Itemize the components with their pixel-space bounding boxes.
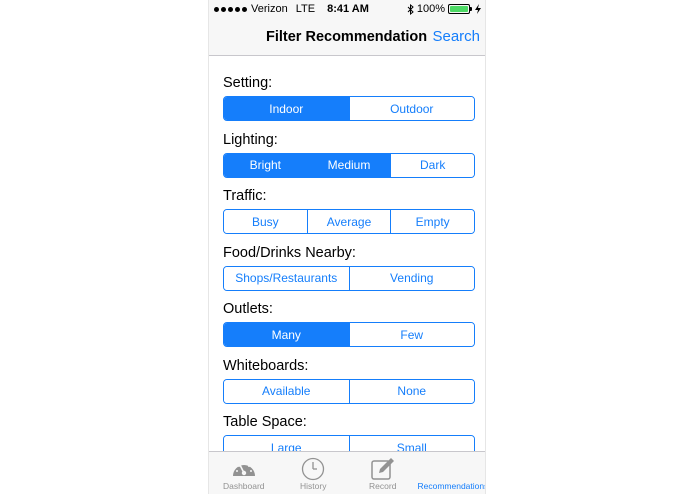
segment-option[interactable]: Many [224,323,349,346]
segment-option[interactable]: Medium [306,153,391,177]
tab-bar: Dashboard History Record Recommendations [209,451,486,494]
segment-option[interactable]: None [348,379,474,403]
segmented-control: Large Small [223,435,475,452]
status-bar: Verizon LTE 8:41 AM 100% [209,0,485,18]
tab-recommendations[interactable]: Recommendations [417,452,486,494]
filter-label: Outlets: [223,301,273,317]
page-title: Filter Recommendation [266,29,428,45]
tab-label: Record [369,481,397,491]
edit-pencil-icon [371,458,394,480]
segment-option[interactable]: Average [306,210,391,233]
filter-label: Table Space: [223,414,307,430]
battery-percent: 100% [416,3,445,15]
segment-option[interactable]: Busy [224,210,307,233]
filter-group: Setting: Indoor Outdoor [223,74,475,131]
segmented-control: Busy Average Empty [223,209,475,234]
filter-group: Traffic: Busy Average Empty [223,187,475,244]
tab-label: History [300,481,327,491]
tab-label: Dashboard [222,481,265,491]
filter-group: Lighting: Bright Medium Dark [223,131,475,188]
clock-icon [302,457,325,481]
tab-label: Recommendations [417,481,486,491]
segmented-control: Shops/Restaurants Vending [223,265,475,291]
filter-list: Setting: Indoor Outdoor Lighting: Bright Medi… [223,74,475,452]
filter-label: Traffic: [223,188,267,204]
filter-label: Lighting: [223,131,278,148]
filter-label: Food/Drinks Nearby: [223,244,356,261]
segment-option[interactable]: Vending [348,266,474,290]
bluetooth-icon [407,3,414,15]
segment-option[interactable]: Available [224,379,349,403]
filter-group: Table Space: Large Small [223,413,475,452]
segment-option[interactable]: Indoor [224,97,349,120]
segment-option[interactable]: Few [348,323,474,346]
navigation-bar: Filter Recommendation Search [209,18,485,56]
tab-dashboard[interactable]: Dashboard [209,452,279,494]
dashboard-gauge-icon [232,462,255,476]
segment-option[interactable]: Outdoor [348,97,474,120]
segmented-control: Bright Medium Dark [223,152,475,178]
battery-icon [448,4,472,14]
segment-option[interactable]: Bright [224,153,307,177]
segmented-control: Indoor Outdoor [223,96,475,121]
tab-history[interactable]: History [279,452,349,494]
segmented-control: Available None [223,378,475,404]
segment-option[interactable]: Shops/Restaurants [224,266,349,290]
segment-option[interactable]: Dark [390,153,474,177]
phone-screen: Verizon LTE 8:41 AM 100% Filter Recommen… [208,0,486,494]
filter-group: Outlets: Many Few [223,300,475,357]
charging-bolt-icon [475,4,481,14]
segment-option[interactable]: Large [224,436,349,452]
segment-option[interactable]: Empty [390,210,474,233]
filter-group: Food/Drinks Nearby: Shops/Restaurants Vend… [223,244,475,301]
status-right: 100% [407,3,481,15]
filter-group: Whiteboards: Available None [223,357,475,414]
search-button[interactable]: Search [432,28,480,45]
filter-label: Setting: [223,75,273,91]
battery-fill [450,6,468,12]
segmented-control: Many Few [223,322,475,347]
tab-record[interactable]: Record [348,452,418,494]
filter-label: Whiteboards: [223,357,309,374]
segment-option[interactable]: Small [348,436,474,452]
